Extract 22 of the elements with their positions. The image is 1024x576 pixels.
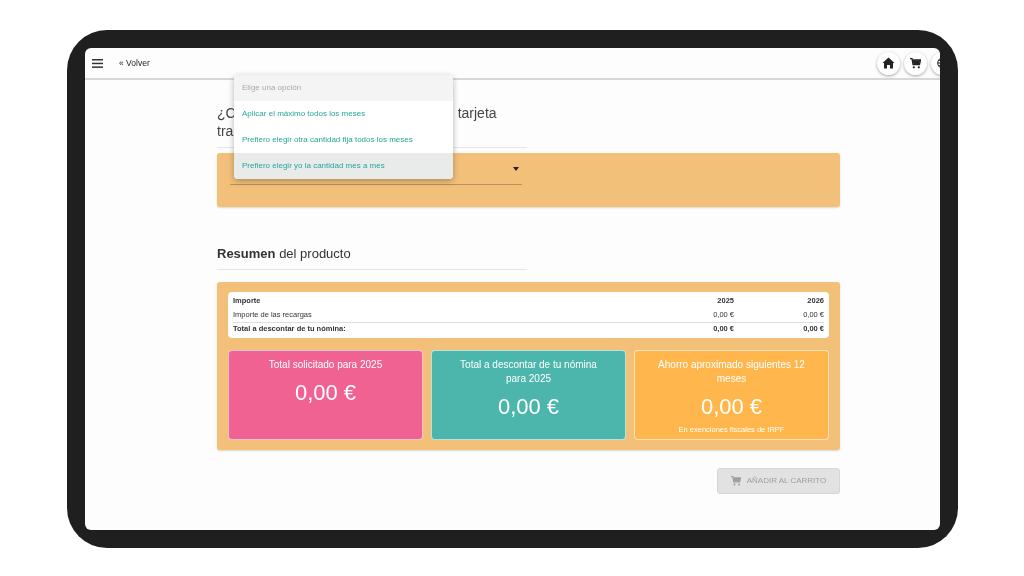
section-title: Resumen del producto [217, 245, 352, 263]
menu-icon[interactable] [92, 58, 103, 68]
back-link[interactable]: « Volver [119, 56, 150, 70]
cart-button[interactable] [904, 51, 927, 75]
card-amount: 0,00 € [496, 393, 561, 420]
placeholder-text: Elige una opción [234, 75, 453, 101]
home-icon [882, 57, 895, 69]
dropdown-option[interactable]: Aplicar el máximo todos los meses [234, 101, 453, 127]
card-amount: 0,00 € [293, 379, 358, 406]
caret-icon [513, 166, 519, 171]
card-title: Ahorro aproximado siguientes 12 meses [657, 357, 806, 386]
cart-icon [730, 475, 741, 486]
card-title: Total solicitado para 2025 [267, 357, 384, 372]
cart-icon [910, 57, 921, 69]
card-title: Total a descontar de tu nómina para 2025 [459, 357, 598, 386]
question-heading: tarjeta [457, 104, 497, 122]
card-amount: 0,00 € [699, 393, 764, 420]
question-heading: ¿C [217, 104, 236, 122]
question-heading: tra [217, 123, 234, 139]
dropdown-option[interactable]: Prefiero elegir otra cantidad fija todos los meses [234, 127, 453, 153]
dropdown-option[interactable]: Prefiero elegir yo la cantidad mes a mes [234, 153, 453, 179]
home-button[interactable] [877, 51, 900, 75]
